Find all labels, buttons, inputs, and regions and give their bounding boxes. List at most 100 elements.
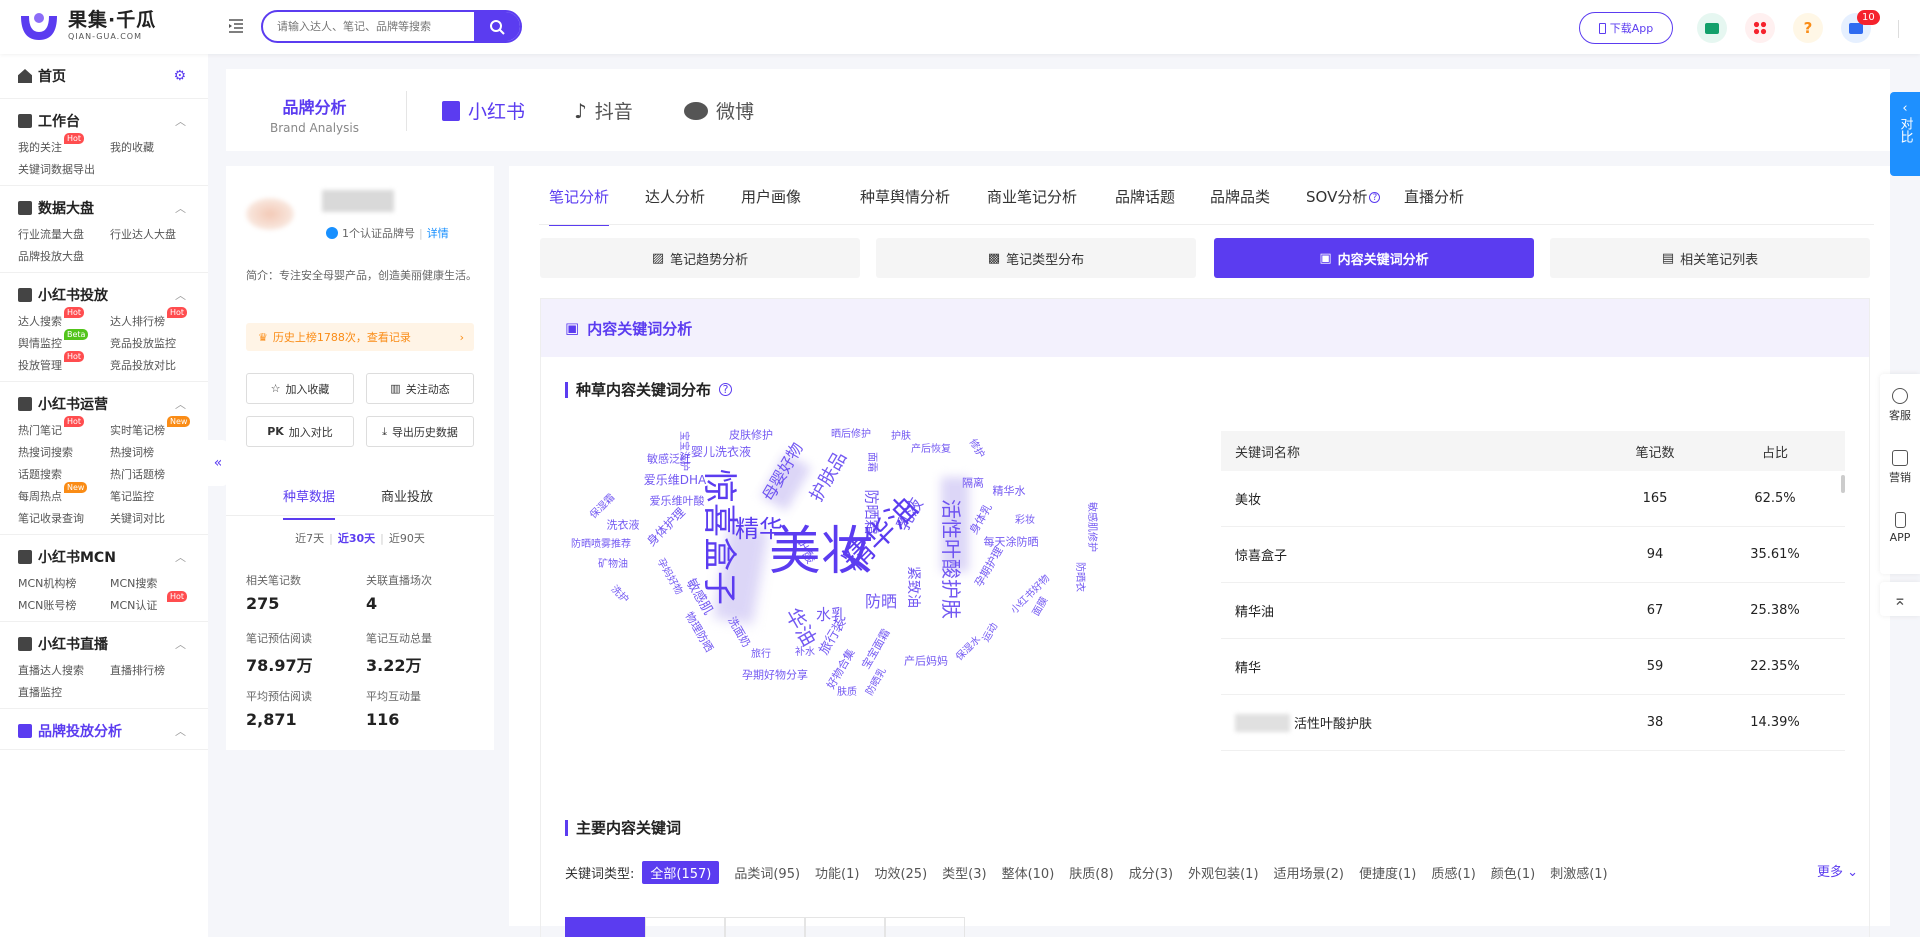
word-cloud-term[interactable]: 防晒衣 [1074,562,1085,592]
sidebar-item[interactable]: 我的收藏 [110,139,202,157]
sidebar-item[interactable]: MCN机构榜 [18,575,110,593]
word-cloud-term[interactable]: 保湿霜 [588,492,617,521]
word-cloud-term[interactable]: 旅行 [751,650,771,660]
keyword-subtab[interactable] [885,917,965,937]
tab-analysis[interactable]: 品牌话题 [1115,186,1175,207]
tab-analysis[interactable]: SOV分析? [1306,186,1381,207]
sidebar-item[interactable]: 达人搜索 Hot [18,307,110,331]
word-cloud-term[interactable]: 修护 [967,437,987,460]
word-cloud-term[interactable]: 爱乐维DHA [644,474,706,486]
word-cloud-term[interactable]: 产后恢复 [911,445,951,455]
table-row[interactable]: 惊喜盒子 94 35.61% [1221,527,1845,583]
table-row[interactable]: 美妆 165 62.5% [1221,471,1845,527]
keyword-subtab[interactable] [645,917,725,937]
scrollbar[interactable] [1841,475,1845,493]
sidebar-item[interactable]: 笔记监控 [110,488,202,506]
download-app-button[interactable]: 下载App [1579,12,1673,44]
keyword-type-option[interactable]: 功效(25) [874,863,927,882]
word-cloud-term[interactable]: 宝宝洗护 [678,431,689,471]
sidebar-item[interactable]: 品牌投放大盘 [18,248,110,266]
range-7d[interactable]: 近7天 [295,532,324,545]
word-cloud-term[interactable]: 婴儿洗衣液 [691,446,751,458]
tab-analysis[interactable]: 种草舆情分析 [860,186,950,207]
logo[interactable]: 果集·千瓜 QIAN-GUA.COM [18,8,156,44]
table-row[interactable]: 精华油 67 25.38% [1221,583,1845,639]
word-cloud-term[interactable]: 防晒乳 [864,666,889,697]
subtab-note-trend[interactable]: ▨ 笔记趋势分析 [540,238,860,278]
keyword-subtab[interactable] [805,917,885,937]
keyword-type-option[interactable]: 功能(1) [815,863,859,882]
sidebar-section-header[interactable]: 小红书运营 ︿ [18,392,208,416]
word-cloud-term[interactable]: 身体乳 [967,501,995,536]
search-input[interactable] [263,12,473,41]
sidebar-item[interactable]: 行业达人大盘 [110,226,202,244]
subtab-keyword-analysis[interactable]: ▣ 内容关键词分析 [1214,238,1534,278]
word-cloud-term[interactable]: 彩妆 [1015,516,1035,526]
keyword-type-option[interactable]: 外观包装(1) [1188,863,1258,882]
more-button[interactable]: 更多 ⌄ [1817,861,1858,880]
sidebar-item[interactable]: 我的关注 Hot [18,133,110,157]
word-cloud-term[interactable]: 宝宝面霜 [859,627,892,672]
word-cloud-term[interactable]: 物理防晒 [682,610,715,655]
table-row[interactable]: 活性叶酸护肤 38 14.39% [1221,695,1845,751]
word-cloud-term[interactable]: 矿物油 [598,560,628,570]
word-cloud-term[interactable]: 惊喜盒子 [699,469,739,605]
sidebar-item[interactable]: 热搜词搜索 [18,444,110,462]
word-cloud-term[interactable]: 精华水 [993,486,1026,497]
sidebar-item[interactable]: 热门笔记 Hot [18,416,110,440]
word-cloud-term[interactable]: 防晒霜 [863,489,881,534]
keyword-type-option[interactable]: 类型(3) [942,863,986,882]
keyword-type-option[interactable]: 整体(10) [1002,863,1055,882]
verify-detail-link[interactable]: 详情 [427,225,449,241]
sidebar-item[interactable]: 热门话题榜 [110,466,202,484]
add-favorite-button[interactable]: ☆ 加入收藏 [246,373,354,404]
sidebar-section-header[interactable]: 工作台 ︿ [18,109,208,133]
history-rank-link[interactable]: ♛ 历史上榜1788次，查看记录 › [246,323,474,351]
keyword-subtab[interactable] [725,917,805,937]
range-90d[interactable]: 近90天 [389,532,425,545]
follow-updates-button[interactable]: ▥ 关注动态 [366,373,474,404]
tab-analysis[interactable]: 笔记分析 [549,186,610,226]
tab-analysis[interactable]: 品牌品类 [1210,186,1270,207]
app-button[interactable]: APP [1880,512,1920,544]
word-cloud-term[interactable]: 面膜 [1031,595,1051,618]
word-cloud-term[interactable]: 护肤品 [806,448,851,505]
word-cloud-term[interactable]: 保湿水 [954,634,983,663]
word-cloud-term[interactable]: 洗护 [608,584,630,606]
sidebar-item[interactable]: 竞品投放监控 [110,335,202,353]
sidebar-section-header[interactable]: 小红书MCN ︿ [18,545,208,569]
marketing-button[interactable]: 营销 [1880,450,1920,485]
word-cloud-term[interactable]: 隔离 [962,478,984,489]
subtab-note-list[interactable]: ▤ 相关笔记列表 [1550,238,1870,278]
sidebar-item[interactable]: 舆情监控 Beta [18,329,110,353]
tab-analysis[interactable]: 用户画像 [741,186,801,207]
word-cloud-term[interactable]: 敏感肌修护 [1086,502,1097,552]
word-cloud-term[interactable]: 面霜 [866,452,877,472]
tab-seeding-data[interactable]: 种草数据 [283,486,336,520]
sidebar-home[interactable]: 首页 ⚙ [0,54,208,99]
word-cloud-term[interactable]: 皮肤修护 [729,430,773,441]
sidebar-section-header[interactable]: 品牌投放分析 ︿ [18,719,208,743]
sidebar-item[interactable]: MCN认证 Hot [110,591,202,615]
table-row[interactable]: 叶酸3814.39% [1221,751,1845,761]
sidebar-section-header[interactable]: 数据大盘 ︿ [18,196,208,220]
word-cloud-term[interactable]: 产后妈妈 [904,656,948,667]
word-cloud-term[interactable]: 孕期好物分享 [742,670,808,681]
keyword-type-option[interactable]: 颜色(1) [1491,863,1535,882]
platform-douyin[interactable]: ♪ 抖音 [574,97,633,124]
sidebar-item[interactable]: 达人排行榜 Hot [110,307,202,331]
word-cloud-term[interactable]: 晒后修护 [831,430,871,440]
word-cloud-term[interactable]: 护肤 [891,432,911,442]
word-cloud-term[interactable]: 防晒 [865,594,897,610]
word-cloud-term[interactable]: 孕妈好物 [655,557,685,597]
platform-weibo[interactable]: 微博 [684,97,754,124]
keyword-type-option[interactable]: 肤质(8) [1069,863,1113,882]
compare-drawer-button[interactable]: ‹ 对比 [1890,92,1920,176]
keyword-type-option[interactable]: 全部(157) [642,861,720,884]
word-cloud-term[interactable]: 活性叶酸护肤 [939,499,963,619]
keyword-type-option[interactable]: 便捷度(1) [1359,863,1416,882]
subtab-note-type[interactable]: ▩ 笔记类型分布 [876,238,1196,278]
word-cloud-term[interactable]: 每天涂防晒 [984,537,1039,548]
word-cloud-term[interactable]: 华油 [781,604,822,651]
sidebar-item[interactable]: 每周热点 New [18,482,110,506]
